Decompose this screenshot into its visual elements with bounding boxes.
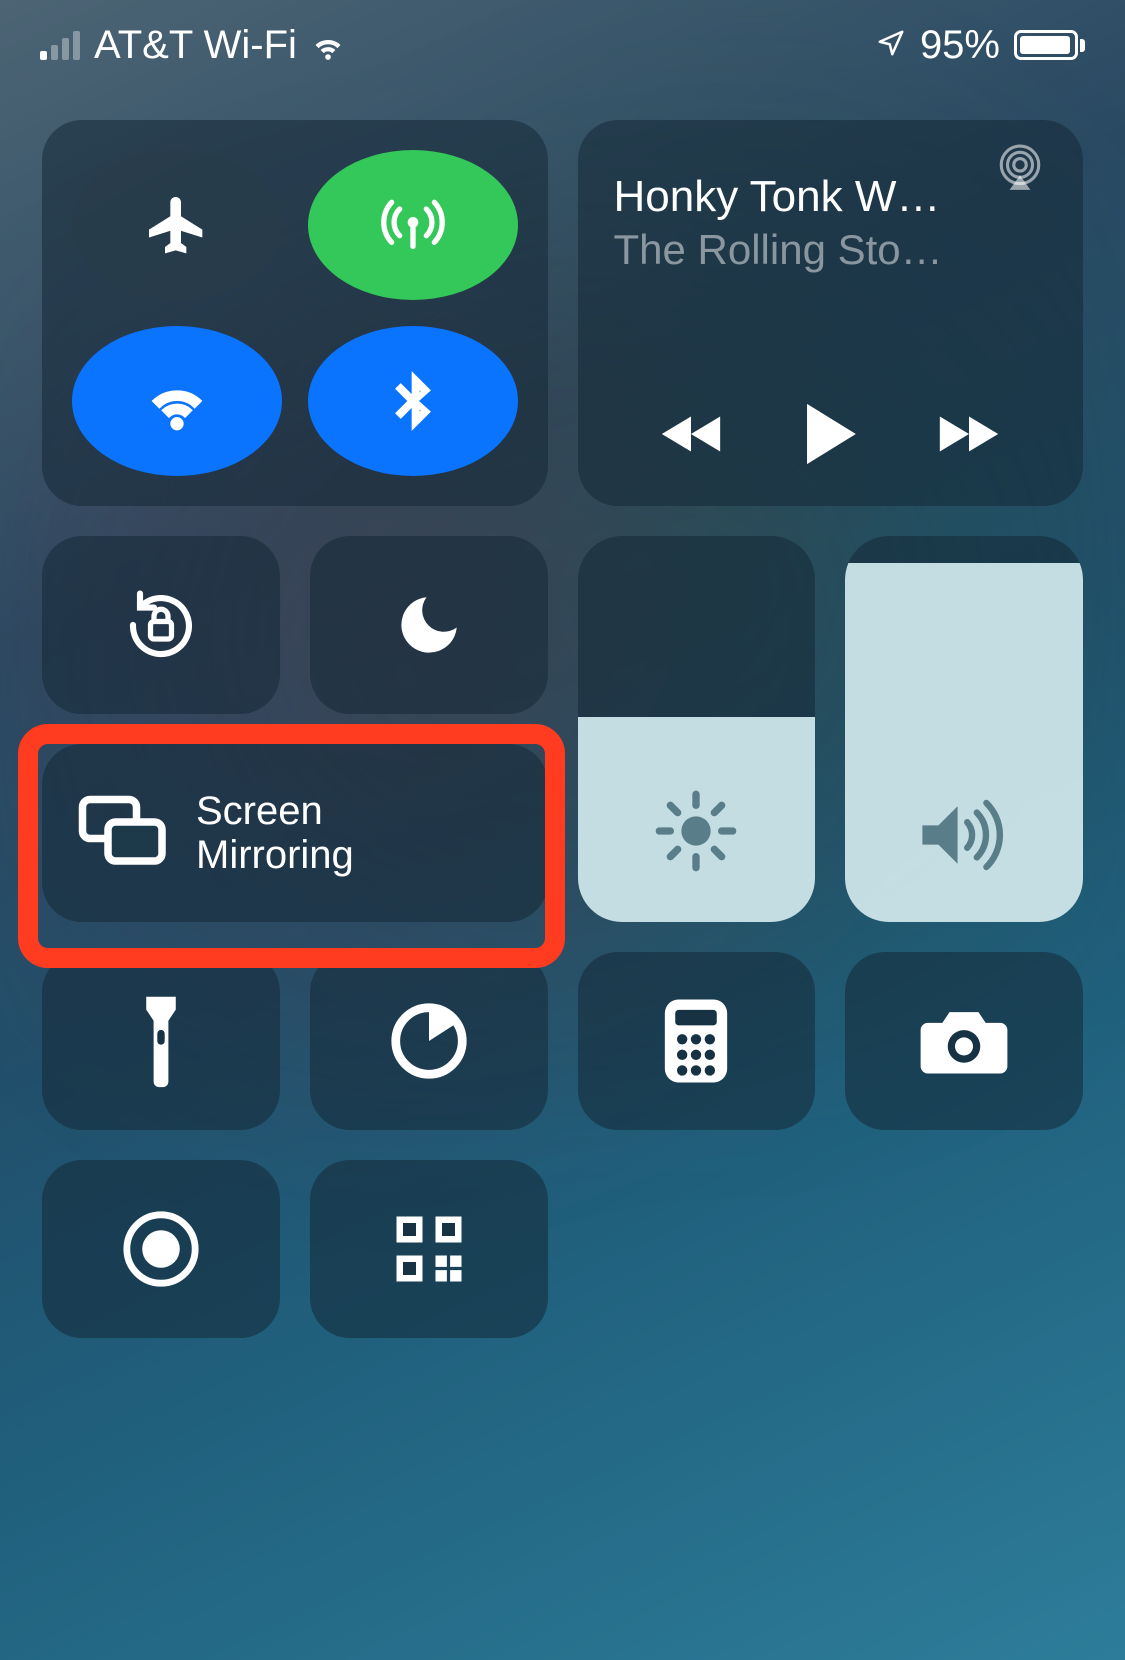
track-artist: The Rolling Sto…: [614, 226, 1048, 274]
camera-button[interactable]: [845, 952, 1083, 1130]
rewind-button[interactable]: [656, 409, 726, 464]
cellular-signal-icon: [40, 30, 80, 60]
airplane-mode-toggle[interactable]: [72, 150, 282, 300]
screen-record-button[interactable]: [42, 1160, 280, 1338]
carrier-label: AT&T Wi-Fi: [94, 23, 297, 68]
brightness-slider[interactable]: [578, 536, 816, 922]
play-button[interactable]: [800, 401, 860, 472]
flashlight-button[interactable]: [42, 952, 280, 1130]
orientation-lock-toggle[interactable]: [42, 536, 280, 714]
volume-icon: [916, 795, 1012, 880]
timer-button[interactable]: [310, 952, 548, 1130]
wifi-status-icon: [311, 28, 345, 62]
media-controls-tile[interactable]: Honky Tonk W… The Rolling Sto…: [578, 120, 1084, 506]
location-arrow-icon: [876, 23, 906, 68]
wifi-toggle[interactable]: [72, 326, 282, 476]
bluetooth-toggle[interactable]: [308, 326, 518, 476]
volume-slider[interactable]: [845, 536, 1083, 922]
screen-mirroring-button[interactable]: Screen Mirroring: [42, 744, 548, 922]
calculator-button[interactable]: [578, 952, 816, 1130]
status-bar: AT&T Wi-Fi 95%: [0, 0, 1125, 90]
control-center-grid: Honky Tonk W… The Rolling Sto… Screen: [0, 90, 1125, 1378]
brightness-icon: [652, 787, 740, 880]
battery-icon: [1014, 30, 1085, 60]
qr-code-scan-button[interactable]: [310, 1160, 548, 1338]
battery-percent-label: 95%: [920, 23, 1000, 68]
cellular-data-toggle[interactable]: [308, 150, 518, 300]
screen-mirroring-icon: [78, 795, 168, 872]
track-title: Honky Tonk W…: [614, 172, 1048, 222]
do-not-disturb-toggle[interactable]: [310, 536, 548, 714]
airplay-audio-icon[interactable]: [995, 144, 1045, 199]
screen-mirroring-label: Screen Mirroring: [196, 789, 354, 877]
connectivity-group[interactable]: [42, 120, 548, 506]
fast-forward-button[interactable]: [934, 409, 1004, 464]
